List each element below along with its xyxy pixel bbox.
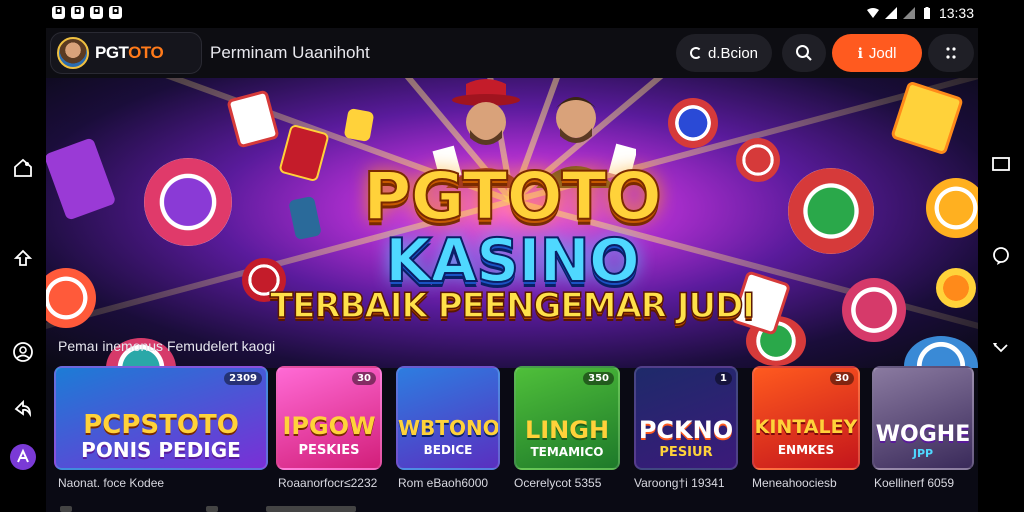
- recents-icon[interactable]: [987, 150, 1015, 178]
- game-card[interactable]: 350 LINGH TEMAMICO: [514, 366, 620, 470]
- top-header: PGTOTO Perminam Uaanihoht d.Bcion ℹ Jodl: [46, 28, 978, 78]
- return-icon[interactable]: [987, 334, 1015, 362]
- game-card[interactable]: 1 PCKNO PESIUR: [634, 366, 738, 470]
- logo-avatar: [57, 37, 89, 69]
- search-button-label: d.Bcion: [707, 44, 759, 62]
- signal-icon: [902, 7, 915, 19]
- loading-icon: [689, 47, 702, 59]
- game-list: 2309 PCPSTOTO PONIS PEDIGE 30 IPGOW PESK…: [54, 366, 978, 472]
- game-caption: Ocerelycot 5355: [514, 476, 602, 490]
- game-title: LINGH: [524, 416, 610, 444]
- search-icon-button[interactable]: [782, 34, 826, 72]
- game-badge: 30: [830, 372, 854, 385]
- playing-card: [890, 80, 964, 156]
- signal-icon: [884, 7, 897, 19]
- game-subtitle: PESIUR: [659, 445, 713, 460]
- playing-card: [226, 89, 280, 149]
- left-nav-bar: [0, 28, 46, 512]
- game-subtitle: PESKIES: [298, 443, 360, 458]
- game-card[interactable]: 30 KINTALEY ENMKES: [752, 366, 860, 470]
- grid-menu-icon: [946, 47, 956, 59]
- join-icon: ℹ: [857, 44, 863, 61]
- home-icon[interactable]: [9, 154, 37, 182]
- game-title: PCPSTOTO: [83, 410, 239, 440]
- join-button[interactable]: ℹ Jodl: [832, 34, 922, 72]
- status-bar: ◘ ◘ ◘ ◘ 13:33: [0, 0, 1024, 28]
- game-badge: 350: [583, 372, 614, 385]
- status-system: 13:33: [866, 5, 974, 21]
- game-title: KINTALEY: [754, 416, 858, 438]
- game-caption: Naonat. foce Kodee: [58, 476, 165, 490]
- notification-icon: ◘: [71, 6, 84, 19]
- join-button-label: Jodl: [868, 44, 897, 62]
- logo-text: PGTOTO: [95, 43, 164, 62]
- battery-icon: [923, 7, 930, 19]
- wifi-icon: [866, 8, 879, 18]
- game-subtitle: TEMAMICO: [530, 445, 604, 459]
- status-time: 13:33: [938, 5, 974, 21]
- game-card[interactable]: WOGHE JPP: [872, 366, 974, 470]
- app-window: PGTOTO KASINO TERBAIK PEENGEMAR JUDI PGT…: [46, 28, 978, 512]
- game-title: WOGHE: [875, 422, 971, 447]
- hero-title-line1: PGTOTO: [362, 157, 663, 236]
- search-button[interactable]: d.Bcion: [676, 34, 772, 72]
- game-caption: Koellinerf 6059: [874, 476, 955, 490]
- back-icon[interactable]: [9, 244, 37, 272]
- hero-banner[interactable]: PGTOTO KASINO TERBAIK PEENGEMAR JUDI: [46, 78, 978, 368]
- game-card[interactable]: WBTONO BEDICE: [396, 366, 500, 470]
- page-title: Perminam Uaanihoht: [210, 43, 370, 62]
- playing-card: [343, 107, 375, 143]
- notification-icon: ◘: [109, 6, 122, 19]
- game-subtitle: BEDICE: [423, 443, 473, 457]
- game-caption: Rom eBaoh6000: [398, 476, 489, 490]
- status-notifications: ◘ ◘ ◘ ◘: [52, 6, 122, 19]
- section-title: Pemaı inemonus Femudelert kaogi: [58, 338, 276, 354]
- share-icon[interactable]: [9, 394, 37, 422]
- logo[interactable]: PGTOTO: [50, 32, 202, 74]
- game-title: WBTONO: [398, 416, 500, 440]
- right-nav-bar: [978, 28, 1024, 512]
- game-caption: Meneahoociesb: [752, 476, 837, 490]
- game-subtitle: JPP: [912, 447, 934, 460]
- bottom-partial-row: [46, 500, 978, 512]
- assistant-icon[interactable]: [10, 444, 36, 470]
- casino-chip: [904, 336, 978, 368]
- search-icon: [796, 45, 812, 61]
- menu-button[interactable]: [928, 34, 974, 72]
- game-badge: 30: [352, 372, 376, 385]
- game-title: IPGOW: [282, 412, 376, 440]
- casino-chip: [668, 98, 718, 148]
- profile-icon[interactable]: [9, 338, 37, 366]
- game-card[interactable]: 30 IPGOW PESKIES: [276, 366, 382, 470]
- game-card[interactable]: 2309 PCPSTOTO PONIS PEDIGE: [54, 366, 268, 470]
- game-badge: 1: [715, 372, 732, 385]
- game-subtitle: PONIS PEDIGE: [81, 438, 241, 462]
- game-caption: Varoong†i 19341: [634, 476, 725, 490]
- game-subtitle: ENMKES: [777, 443, 835, 457]
- notification-icon: ◘: [52, 6, 65, 19]
- hero-tagline: TERBAIK PEENGEMAR JUDI: [269, 285, 755, 327]
- game-title: PCKNO: [638, 416, 734, 444]
- chat-icon[interactable]: [987, 242, 1015, 270]
- game-caption: Roaanorfocr≤2232: [278, 476, 378, 490]
- game-badge: 2309: [224, 372, 262, 385]
- notification-icon: ◘: [90, 6, 103, 19]
